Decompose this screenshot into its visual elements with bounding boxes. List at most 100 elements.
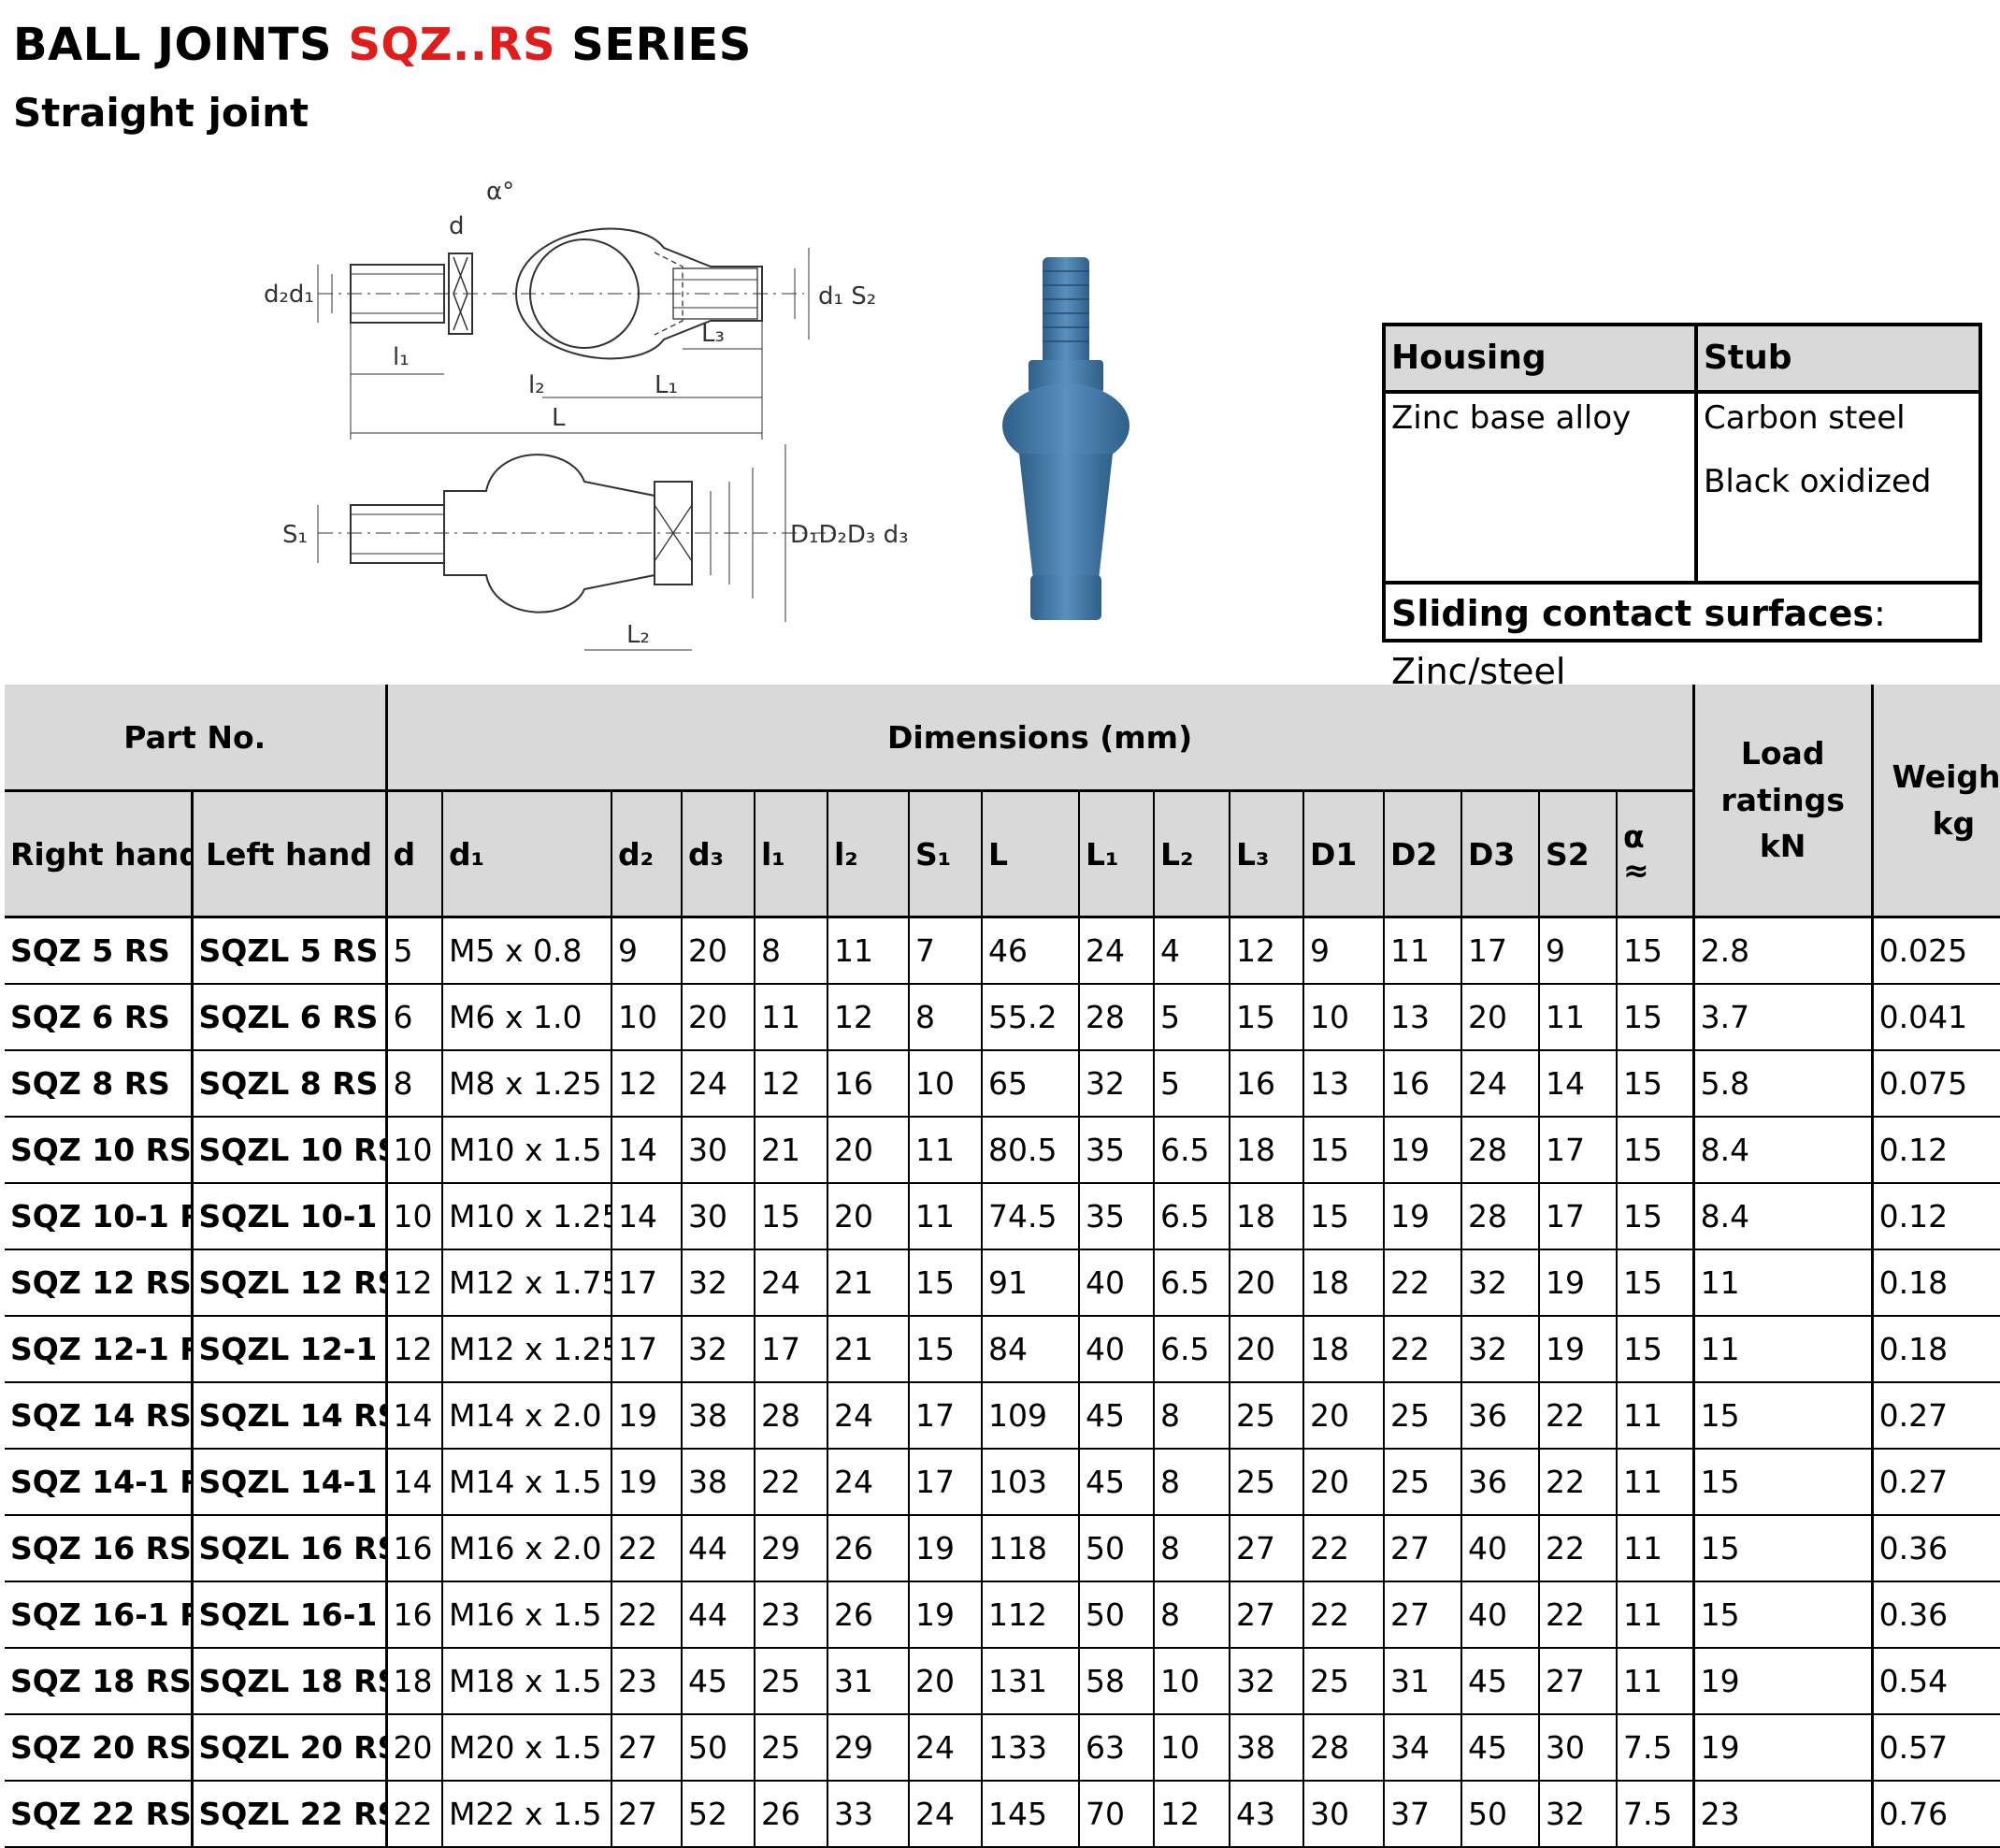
label-d1s2: d₁ S₂ <box>818 282 876 310</box>
cell-l1: 8 <box>754 917 827 985</box>
cell-D1: 10 <box>1302 984 1384 1051</box>
label-alpha: α° <box>486 178 514 206</box>
cell-S1: 10 <box>908 1050 982 1118</box>
cell-L1: 58 <box>1078 1648 1154 1715</box>
cell-d: 8 <box>384 1050 442 1118</box>
cell-D2: 31 <box>1383 1648 1461 1715</box>
cell-D3: 45 <box>1460 1648 1539 1715</box>
cell-L: 118 <box>981 1515 1079 1582</box>
cell-load: 15 <box>1691 1449 1873 1516</box>
cell-d3: 52 <box>681 1781 755 1848</box>
cell-d2: 22 <box>611 1581 682 1649</box>
cell-l1: 24 <box>754 1249 827 1317</box>
cell-L: 112 <box>981 1581 1079 1649</box>
cell-L1: 35 <box>1078 1183 1154 1250</box>
cell-d1: M14 x 1.5 <box>441 1449 612 1516</box>
spec-table: Part No. Dimensions (mm) Load ratings kN… <box>5 685 2000 1848</box>
alpha-symbol: α <box>1623 817 1645 855</box>
cell-L1: 32 <box>1078 1050 1154 1118</box>
cell-L: 109 <box>981 1382 1079 1450</box>
cell-L: 131 <box>981 1648 1079 1715</box>
cell-d2: 17 <box>611 1249 682 1317</box>
cell-weight: 0.18 <box>1870 1249 2000 1317</box>
cell-right-hand: SQZ 20 RS <box>5 1714 192 1782</box>
cell-S2: 22 <box>1538 1581 1617 1649</box>
cell-d3: 32 <box>681 1249 755 1317</box>
cell-L3: 12 <box>1229 917 1303 985</box>
cell-l2: 33 <box>827 1781 909 1848</box>
cell-L3: 25 <box>1229 1382 1303 1450</box>
cell-alpha: 15 <box>1615 1316 1694 1383</box>
cell-d: 14 <box>384 1382 442 1450</box>
cell-l1: 25 <box>754 1714 827 1782</box>
header-right-hand: Right hand <box>5 790 192 918</box>
cell-L1: 40 <box>1078 1249 1154 1317</box>
spec-table-body: SQZ 5 RS SQZL 5 RS 5 M5 x 0.8 9 20 8 11 7 46 24 4 12… <box>5 917 2000 1848</box>
cell-d2: 12 <box>611 1050 682 1118</box>
materials-header-rule <box>1386 390 1978 394</box>
cell-d2: 9 <box>611 917 682 985</box>
cell-alpha: 11 <box>1615 1648 1694 1715</box>
cell-l1: 22 <box>754 1449 827 1516</box>
cell-l1: 11 <box>754 984 827 1051</box>
cell-D3: 45 <box>1460 1714 1539 1782</box>
cell-weight: 0.57 <box>1870 1714 2000 1782</box>
cell-L3: 38 <box>1229 1714 1303 1782</box>
cell-weight: 0.36 <box>1870 1581 2000 1649</box>
cell-D3: 20 <box>1460 984 1539 1051</box>
cell-right-hand: SQZ 6 RS <box>5 984 192 1051</box>
cell-l2: 26 <box>827 1581 909 1649</box>
cell-l2: 12 <box>827 984 909 1051</box>
cell-S1: 24 <box>908 1781 982 1848</box>
cell-D2: 34 <box>1383 1714 1461 1782</box>
label-S1: S₁ <box>282 521 308 549</box>
cell-D1: 9 <box>1302 917 1384 985</box>
header-part-no: Part No. <box>5 685 386 792</box>
label-l1: l₁ <box>393 343 410 371</box>
cell-right-hand: SQZ 10 RS <box>5 1117 192 1184</box>
cell-weight: 0.27 <box>1870 1382 2000 1450</box>
cell-D3: 24 <box>1460 1050 1539 1118</box>
cell-D1: 13 <box>1302 1050 1384 1118</box>
table-row: SQZ 10-1 RSSQZL 10-1 RS10M10 x 1.2514301… <box>5 1183 2000 1250</box>
cell-D2: 22 <box>1383 1316 1461 1383</box>
cell-D1: 30 <box>1302 1781 1384 1848</box>
cell-D2: 11 <box>1383 917 1461 985</box>
header-col-D2: D2 <box>1383 790 1461 918</box>
cell-L: 74.5 <box>981 1183 1079 1250</box>
cell-alpha: 15 <box>1615 1249 1694 1317</box>
cell-l1: 21 <box>754 1117 827 1184</box>
cell-load: 15 <box>1691 1382 1873 1450</box>
cell-S1: 17 <box>908 1449 982 1516</box>
table-row: SQZ 16 RS SQZL 16 RS 16 M16 x 2.0 22 44 29 26 19… <box>5 1515 2000 1582</box>
header-col-l2: l₂ <box>827 790 909 918</box>
cell-L1: 35 <box>1078 1117 1154 1184</box>
cell-d3: 38 <box>681 1449 755 1516</box>
cell-l2: 20 <box>827 1183 909 1250</box>
header-col-S1: S₁ <box>908 790 982 918</box>
cell-load: 11 <box>1691 1249 1873 1317</box>
cell-d: 6 <box>384 984 442 1051</box>
cell-alpha: 11 <box>1615 1581 1694 1649</box>
header-col-d3: d₃ <box>681 790 755 918</box>
cell-D3: 36 <box>1460 1382 1539 1450</box>
cell-d3: 45 <box>681 1648 755 1715</box>
cell-D2: 27 <box>1383 1515 1461 1582</box>
cell-left-hand: SQZL 14-1 RS <box>190 1449 386 1516</box>
cell-left-hand: SQZL 18 RS <box>190 1648 386 1715</box>
cell-S2: 9 <box>1538 917 1617 985</box>
cell-d: 14 <box>384 1449 442 1516</box>
table-row: SQZ 10 RS SQZL 10 RS 10 M10 x 1.5 14 30 21 20 11… <box>5 1117 2000 1184</box>
cell-L3: 20 <box>1229 1316 1303 1383</box>
cell-S2: 19 <box>1538 1249 1617 1317</box>
header-left-hand: Left hand <box>190 790 386 918</box>
cell-L1: 50 <box>1078 1581 1154 1649</box>
cell-left-hand: SQZL 8 RS <box>190 1050 386 1118</box>
header-weight: Weight kg <box>1870 685 2000 918</box>
cell-d1: M6 x 1.0 <box>441 984 612 1051</box>
cell-D3: 28 <box>1460 1183 1539 1250</box>
cell-L2: 6.5 <box>1153 1249 1230 1317</box>
cell-L2: 12 <box>1153 1781 1230 1848</box>
cell-l2: 21 <box>827 1249 909 1317</box>
cell-left-hand: SQZL 14 RS <box>190 1382 386 1450</box>
